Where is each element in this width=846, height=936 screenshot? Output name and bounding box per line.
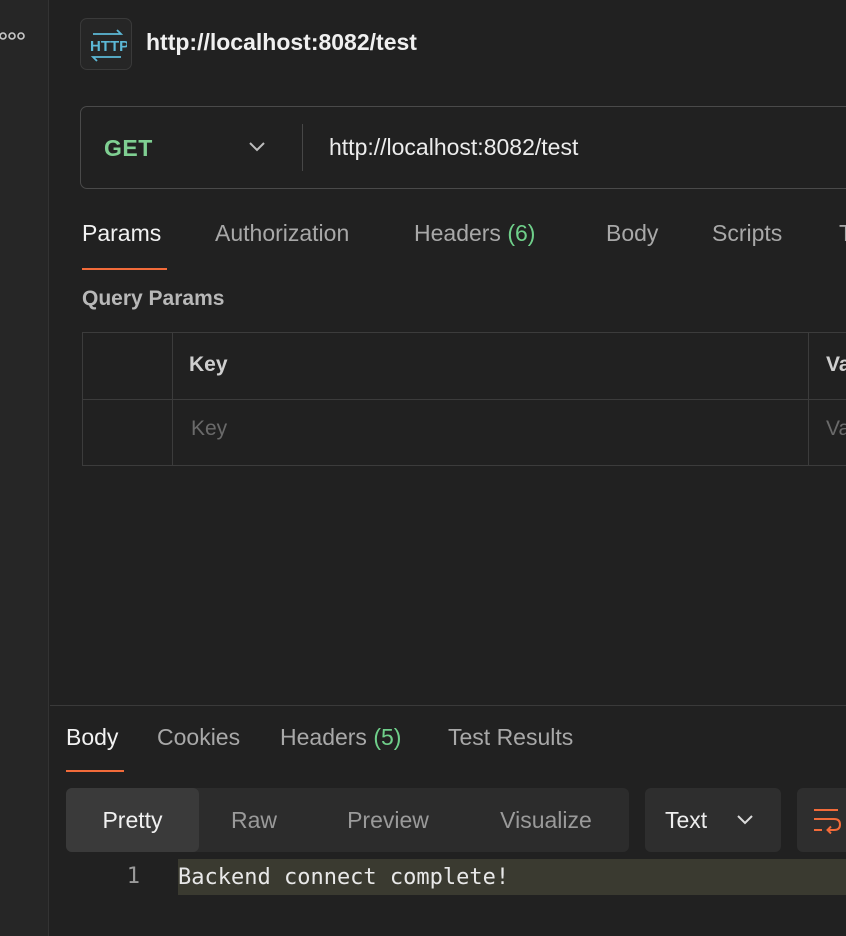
tab-scripts[interactable]: Scripts (712, 220, 782, 270)
chevron-down-icon (249, 142, 265, 152)
view-visualize-button[interactable]: Visualize (476, 788, 616, 852)
column-header-value: Va (826, 353, 846, 376)
request-title[interactable]: http://localhost:8082/test (146, 29, 417, 56)
app-window: HTTP http://localhost:8082/test GET http… (0, 0, 846, 936)
query-params-title: Query Params (82, 287, 225, 310)
method-select[interactable]: GET (81, 107, 303, 188)
tab-cookies[interactable]: Cookies (157, 724, 240, 772)
format-label: Text (665, 807, 708, 833)
tab-body[interactable]: Body (606, 220, 658, 270)
view-pretty-button[interactable]: Pretty (66, 788, 199, 852)
tab-tests[interactable]: T (839, 220, 846, 270)
wrap-lines-button[interactable] (797, 788, 846, 852)
method-label: GET (104, 135, 153, 161)
line-number: 1 (126, 864, 140, 889)
tab-test-results[interactable]: Test Results (448, 724, 573, 772)
active-tab-underline (66, 770, 124, 772)
left-sidebar-edge (0, 0, 49, 936)
tab-headers[interactable]: Headers (6) (414, 220, 535, 270)
params-table: Key Va Key Va (82, 332, 846, 466)
http-icon: HTTP (80, 18, 132, 70)
value-input[interactable]: Va (826, 417, 846, 441)
tab-label: Test Results (448, 724, 574, 750)
tab-count: (5) (373, 724, 402, 750)
column-header-key: Key (189, 353, 228, 376)
tab-label: Body (606, 220, 659, 246)
tab-label: Headers (280, 724, 367, 750)
tab-label: Headers (414, 220, 501, 246)
tab-authorization[interactable]: Authorization (215, 220, 349, 270)
tab-label: Authorization (215, 220, 350, 246)
request-tabs: Params Authorization Headers (6) Body Sc… (82, 220, 846, 270)
response-code-line[interactable]: Backend connect complete! (178, 859, 846, 895)
svg-text:HTTP: HTTP (90, 38, 127, 55)
response-panel: Body Cookies Headers (5) Test Results Pr… (50, 705, 846, 936)
more-icon[interactable] (0, 30, 26, 42)
tab-count: (6) (507, 220, 536, 246)
response-tabs: Body Cookies Headers (5) Test Results (66, 724, 826, 772)
row-divider (83, 399, 846, 400)
url-divider (302, 124, 303, 171)
tab-response-body[interactable]: Body (66, 724, 124, 772)
tab-label: Params (82, 220, 162, 246)
tab-response-headers[interactable]: Headers (5) (280, 724, 401, 772)
url-bar: GET http://localhost:8082/test (80, 106, 846, 189)
view-mode-toggle: Pretty Raw Preview Visualize (66, 788, 629, 852)
tab-params[interactable]: Params (82, 220, 167, 270)
response-text: Backend connect complete! (178, 865, 510, 890)
tab-label: Body (66, 724, 119, 750)
request-panel: HTTP http://localhost:8082/test GET http… (50, 0, 846, 936)
active-tab-underline (82, 268, 167, 270)
key-input[interactable]: Key (191, 417, 227, 441)
tab-label: Scripts (712, 220, 783, 246)
view-preview-button[interactable]: Preview (326, 788, 450, 852)
tab-label: T (839, 220, 846, 246)
wrap-lines-icon (814, 809, 842, 834)
url-input[interactable]: http://localhost:8082/test (329, 134, 578, 161)
chevron-down-icon (737, 815, 753, 825)
tab-label: Cookies (157, 724, 241, 750)
format-select[interactable]: Text (645, 788, 781, 852)
view-raw-button[interactable]: Raw (206, 788, 302, 852)
